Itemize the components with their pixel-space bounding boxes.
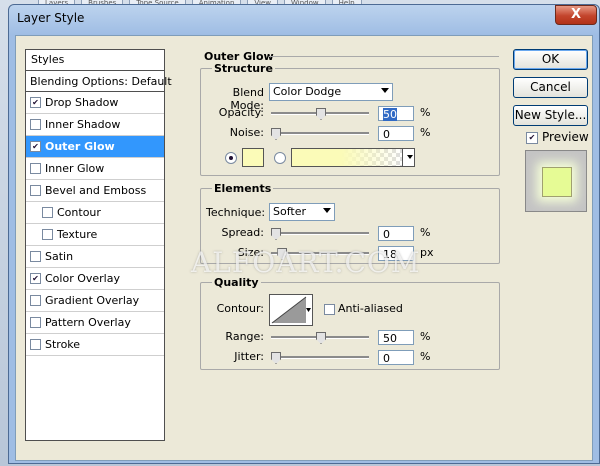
- chevron-down-icon: [323, 208, 331, 213]
- jitter-label: Jitter:: [234, 350, 264, 363]
- anti-aliased-label: Anti-aliased: [338, 302, 403, 315]
- style-item[interactable]: Texture: [26, 224, 164, 246]
- solid-color-radio[interactable]: [225, 152, 237, 164]
- style-item-checkbox[interactable]: [30, 185, 41, 196]
- preview-swatch: [542, 167, 572, 197]
- styles-panel: Styles Blending Options: Default ✔ Drop S…: [25, 49, 172, 441]
- style-item-checkbox[interactable]: [30, 317, 41, 328]
- new-style-button[interactable]: New Style...: [513, 105, 588, 126]
- preview-checkbox[interactable]: ✔: [526, 132, 538, 144]
- style-item-label: Contour: [57, 206, 101, 219]
- layer-style-dialog: Layer Style X Styles Blending Options: D…: [8, 4, 600, 464]
- dialog-title: Layer Style: [17, 11, 85, 25]
- dialog-client: Styles Blending Options: Default ✔ Drop S…: [15, 35, 593, 461]
- range-input[interactable]: 50: [378, 330, 414, 345]
- style-item-label: Stroke: [45, 338, 81, 351]
- style-item-checkbox[interactable]: [30, 295, 41, 306]
- size-unit: px: [420, 246, 434, 259]
- size-slider[interactable]: [271, 248, 369, 260]
- style-item[interactable]: Gradient Overlay: [26, 290, 164, 312]
- style-item-checkbox[interactable]: ✔: [30, 141, 41, 152]
- chevron-down-icon: [381, 88, 389, 93]
- elements-title: Elements: [212, 182, 274, 195]
- jitter-unit: %: [420, 350, 431, 363]
- style-item[interactable]: Stroke: [26, 334, 164, 356]
- size-label: Size:: [237, 246, 264, 259]
- style-item-checkbox[interactable]: [42, 207, 53, 218]
- opacity-unit: %: [420, 106, 431, 119]
- range-unit: %: [420, 330, 431, 343]
- preview-box: [525, 150, 587, 212]
- quality-title: Quality: [212, 276, 261, 289]
- spread-input[interactable]: 0: [378, 226, 414, 241]
- glow-color-swatch[interactable]: [242, 148, 264, 167]
- opacity-value: 50: [383, 108, 397, 121]
- style-item-checkbox[interactable]: [42, 229, 53, 240]
- style-item-checkbox[interactable]: [30, 251, 41, 262]
- gradient-radio[interactable]: [274, 152, 286, 164]
- noise-input[interactable]: 0: [378, 126, 414, 141]
- style-item[interactable]: Inner Shadow: [26, 114, 164, 136]
- style-item-checkbox[interactable]: [30, 163, 41, 174]
- blending-options-item[interactable]: Blending Options: Default: [26, 71, 172, 92]
- style-item-label: Outer Glow: [45, 140, 115, 153]
- opacity-label: Opacity:: [218, 106, 264, 119]
- style-item-label: Pattern Overlay: [45, 316, 131, 329]
- preview-label: Preview: [542, 130, 589, 144]
- spread-label: Spread:: [221, 226, 264, 239]
- style-item[interactable]: ✔ Drop Shadow: [26, 92, 164, 114]
- style-items-list: ✔ Drop Shadow Inner Shadow ✔ Outer Glow Inner…: [26, 92, 164, 356]
- jitter-input[interactable]: 0: [378, 350, 414, 365]
- blend-mode-value: Color Dodge: [273, 85, 342, 98]
- jitter-slider[interactable]: [271, 352, 369, 364]
- style-item-label: Color Overlay: [45, 272, 120, 285]
- style-item[interactable]: Satin: [26, 246, 164, 268]
- technique-dropdown[interactable]: Softer: [269, 203, 335, 221]
- ok-button[interactable]: OK: [513, 49, 588, 70]
- cancel-button[interactable]: Cancel: [513, 77, 588, 98]
- style-item-label: Gradient Overlay: [45, 294, 140, 307]
- contour-picker[interactable]: [269, 294, 313, 326]
- opacity-input[interactable]: 50: [378, 106, 414, 121]
- close-button[interactable]: X: [555, 5, 597, 25]
- size-input[interactable]: 18: [378, 246, 414, 261]
- style-item[interactable]: ✔ Outer Glow: [26, 136, 164, 158]
- blending-options-label: Blending Options: Default: [30, 74, 172, 88]
- structure-title: Structure: [212, 62, 275, 75]
- style-item-checkbox[interactable]: ✔: [30, 273, 41, 284]
- style-item-label: Texture: [57, 228, 98, 241]
- range-slider[interactable]: [271, 332, 369, 344]
- styles-header[interactable]: Styles: [26, 50, 164, 71]
- gradient-swatch[interactable]: [291, 148, 403, 167]
- anti-aliased-checkbox[interactable]: [324, 304, 335, 315]
- blend-mode-dropdown[interactable]: Color Dodge: [269, 83, 393, 101]
- chevron-down-icon: [407, 155, 413, 159]
- style-item-label: Drop Shadow: [45, 96, 119, 109]
- style-item[interactable]: ✔ Color Overlay: [26, 268, 164, 290]
- style-item-label: Inner Glow: [45, 162, 105, 175]
- spread-unit: %: [420, 226, 431, 239]
- opacity-slider[interactable]: [271, 108, 369, 120]
- style-item-label: Satin: [45, 250, 74, 263]
- style-item-checkbox[interactable]: [30, 339, 41, 350]
- gradient-dropdown[interactable]: [402, 148, 415, 167]
- style-item-checkbox[interactable]: [30, 119, 41, 130]
- technique-value: Softer: [273, 205, 306, 218]
- style-item[interactable]: Inner Glow: [26, 158, 164, 180]
- style-item[interactable]: Contour: [26, 202, 164, 224]
- noise-unit: %: [420, 126, 431, 139]
- noise-label: Noise:: [229, 126, 264, 139]
- style-item[interactable]: Pattern Overlay: [26, 312, 164, 334]
- contour-label: Contour:: [216, 302, 264, 315]
- outer-glow-divider: [269, 56, 499, 57]
- technique-label: Technique:: [206, 206, 266, 219]
- contour-curve-icon: [271, 296, 311, 324]
- style-item-label: Bevel and Emboss: [45, 184, 147, 197]
- style-item-checkbox[interactable]: ✔: [30, 97, 41, 108]
- style-item-label: Inner Shadow: [45, 118, 121, 131]
- noise-slider[interactable]: [271, 128, 369, 140]
- style-item[interactable]: Bevel and Emboss: [26, 180, 164, 202]
- range-label: Range:: [225, 330, 264, 343]
- spread-slider[interactable]: [271, 228, 369, 240]
